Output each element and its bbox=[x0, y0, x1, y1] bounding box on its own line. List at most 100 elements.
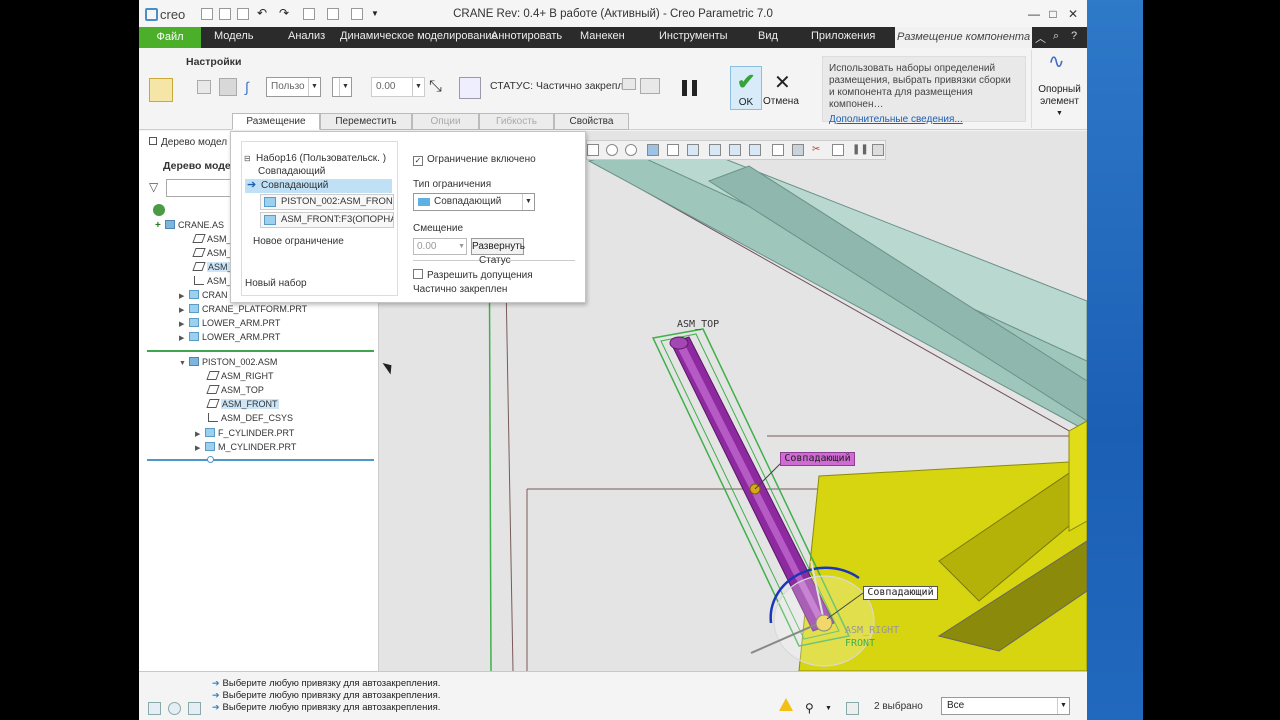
selection-filter-select[interactable]: Все ▼ bbox=[941, 697, 1070, 715]
assembly-window-icon[interactable] bbox=[640, 78, 660, 94]
constraint-set[interactable]: Набор16 (Пользовательск. ) bbox=[256, 153, 386, 164]
tab-analysis[interactable]: Анализ bbox=[288, 30, 325, 42]
tree-row[interactable]: ASM_FRONT bbox=[206, 398, 279, 411]
cancel-button[interactable]: ✕ Отмена bbox=[763, 70, 799, 110]
tree-row[interactable]: ASM_ bbox=[192, 261, 234, 274]
settings-gear-icon[interactable] bbox=[153, 204, 165, 216]
reference-collector-1[interactable]: PISTON_002:ASM_FRONT:F bbox=[260, 194, 394, 210]
constraint-enabled-label: Ограничение включено bbox=[427, 154, 536, 165]
tree-search-input[interactable] bbox=[166, 179, 236, 197]
tab-tools[interactable]: Инструменты bbox=[659, 30, 728, 42]
ok-button[interactable]: ✔ OK bbox=[730, 66, 762, 110]
tab-dynamic-modeling[interactable]: Динамическое моделирование bbox=[340, 30, 498, 42]
constraint-item[interactable]: Совпадающий bbox=[258, 166, 325, 177]
tree-toggle-icon[interactable] bbox=[148, 702, 161, 715]
tab-view[interactable]: Вид bbox=[758, 30, 778, 42]
reference-element-label: Опорный элемент bbox=[1038, 84, 1081, 107]
reference-element-button[interactable]: ∿ Опорный элемент ▼ bbox=[1031, 50, 1087, 128]
connection-icon[interactable]: ∫ bbox=[245, 80, 259, 94]
flip-icon[interactable]: ⤡ bbox=[429, 78, 447, 96]
reference-collector-2[interactable]: ASM_FRONT:F3(ОПОРНАЯ bbox=[260, 212, 394, 228]
perspective-icon[interactable] bbox=[729, 144, 741, 156]
appearance-icon[interactable] bbox=[832, 144, 844, 156]
close-icon[interactable]: ✕ bbox=[1065, 6, 1081, 22]
selection-buffer-icon[interactable] bbox=[846, 702, 859, 715]
tree-row[interactable]: ASM_ bbox=[192, 233, 232, 246]
warning-icon[interactable] bbox=[779, 698, 793, 711]
tree-row[interactable]: ▶ LOWER_ARM.PRT bbox=[179, 331, 280, 344]
tree-row[interactable]: ASM_ bbox=[192, 247, 232, 260]
repaint-icon[interactable] bbox=[647, 144, 659, 156]
tab-file[interactable]: Файл bbox=[139, 27, 201, 48]
annotation-display-icon[interactable] bbox=[792, 144, 804, 156]
zoom-in-icon[interactable] bbox=[606, 144, 618, 156]
pause-icon[interactable] bbox=[682, 80, 687, 96]
tree-row[interactable]: ASM_DEF_CSYS bbox=[208, 412, 293, 425]
tree-row[interactable]: ASM_TOP bbox=[206, 384, 264, 397]
tree-icon bbox=[149, 137, 157, 145]
model-tree-tab[interactable]: Дерево модел bbox=[149, 137, 227, 148]
datum-display-icon[interactable] bbox=[772, 144, 784, 156]
tree-row[interactable]: ASM_ bbox=[194, 275, 232, 288]
insert-handle-icon[interactable] bbox=[207, 456, 214, 463]
constraint-combo[interactable]: ▼ bbox=[332, 77, 352, 97]
tab-annotate[interactable]: Аннотировать bbox=[491, 30, 562, 42]
new-constraint-link[interactable]: Новое ограничение bbox=[253, 236, 344, 247]
tree-row[interactable]: ▶ CRANE_PLATFORM.PRT bbox=[179, 303, 307, 316]
minimize-icon[interactable]: — bbox=[1026, 6, 1042, 22]
constraint-enabled-checkbox[interactable]: ✓ Ограничение включено bbox=[413, 154, 536, 166]
constraint-type-select[interactable]: Совпадающий ▼ bbox=[413, 193, 535, 211]
offset-input[interactable]: 0.00 ▼ bbox=[371, 77, 425, 97]
tree-row[interactable]: ▶ M_CYLINDER.PRT bbox=[195, 441, 296, 454]
tree-row[interactable]: ▼ PISTON_002.ASM bbox=[179, 356, 277, 369]
allow-assumptions-checkbox[interactable]: Разрешить допущения bbox=[413, 269, 533, 281]
separate-window-icon[interactable] bbox=[622, 78, 636, 90]
message-arrow-icon: ➔ bbox=[212, 702, 220, 712]
placement-icon[interactable] bbox=[149, 78, 173, 102]
subtab-flexibility: Гибкость bbox=[479, 113, 554, 130]
view-manager-icon[interactable] bbox=[709, 144, 721, 156]
maximize-icon[interactable]: □ bbox=[1045, 6, 1061, 22]
pause-icon[interactable] bbox=[692, 80, 697, 96]
tab-model[interactable]: Модель bbox=[214, 30, 253, 42]
zoom-out-icon[interactable] bbox=[625, 144, 637, 156]
move-icon[interactable] bbox=[459, 77, 481, 99]
reorient-icon[interactable] bbox=[667, 144, 679, 156]
tab-manikin[interactable]: Манекен bbox=[580, 30, 625, 42]
interface-icon[interactable] bbox=[219, 78, 237, 96]
tree-row[interactable]: ASM_RIGHT bbox=[206, 370, 274, 383]
coincident-tag-1[interactable]: Совпадающий bbox=[780, 452, 855, 466]
pause-animation-icon[interactable]: ❚❚ bbox=[852, 144, 869, 156]
display-style-icon[interactable] bbox=[749, 144, 761, 156]
tab-component-placement[interactable]: Размещение компонента bbox=[895, 27, 1032, 48]
subtab-placement[interactable]: Размещение bbox=[232, 113, 320, 130]
tree-row[interactable]: ▶ LOWER_ARM.PRT bbox=[179, 317, 280, 330]
fullscreen-icon[interactable] bbox=[188, 702, 201, 715]
tree-row[interactable]: + CRANE.AS bbox=[155, 219, 224, 232]
more-info-link[interactable]: Дополнительные сведения... bbox=[829, 114, 1019, 126]
collapse-ribbon-icon[interactable]: ︿ bbox=[1035, 30, 1046, 46]
subtab-move[interactable]: Переместить bbox=[320, 113, 412, 130]
tree-row-label: LOWER_ARM.PRT bbox=[202, 318, 281, 328]
connection-type-combo[interactable]: Пользо ▼ bbox=[266, 77, 321, 97]
subtab-properties[interactable]: Свойства bbox=[554, 113, 629, 130]
constraint-set-icon[interactable] bbox=[197, 80, 211, 94]
chevron-down-icon[interactable]: ▼ bbox=[825, 702, 838, 715]
tree-row[interactable]: ▶ F_CYLINDER.PRT bbox=[195, 427, 294, 440]
refit-icon[interactable] bbox=[587, 144, 599, 156]
flip-button[interactable]: Развернуть bbox=[471, 238, 525, 255]
info-text: Использовать наборы определений размещен… bbox=[829, 63, 1011, 110]
filter-icon[interactable]: ▽ bbox=[149, 180, 158, 194]
search-icon[interactable]: ⌕ bbox=[1053, 30, 1059, 43]
tree-row[interactable]: ▶ CRAN bbox=[179, 289, 228, 302]
browser-toggle-icon[interactable] bbox=[168, 702, 181, 715]
saved-views-icon[interactable] bbox=[687, 144, 699, 156]
new-set-link[interactable]: Новый набор bbox=[245, 278, 307, 289]
spin-center-icon[interactable]: ✂ bbox=[812, 144, 824, 156]
coincident-tag-2[interactable]: Совпадающий bbox=[863, 586, 938, 600]
collapse-box-icon[interactable]: ⊟ bbox=[244, 154, 251, 163]
find-binoculars-icon[interactable]: ⚲ bbox=[805, 702, 818, 715]
section-icon[interactable] bbox=[872, 144, 884, 156]
help-icon[interactable]: ? bbox=[1071, 30, 1077, 42]
tab-applications[interactable]: Приложения bbox=[811, 30, 875, 42]
